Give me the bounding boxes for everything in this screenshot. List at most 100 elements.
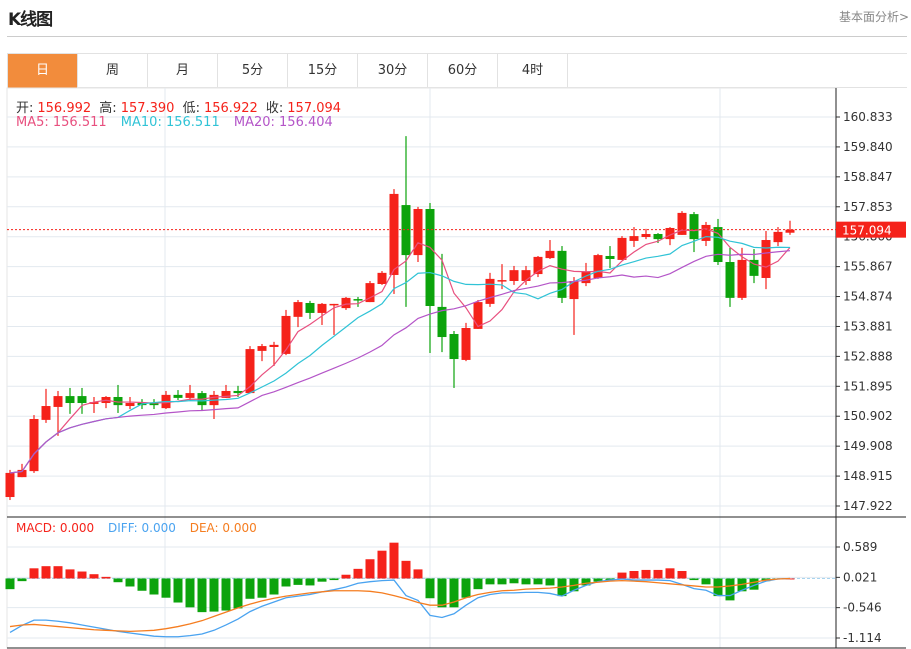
candle-body [77,396,87,404]
macd-legend: MACD: 0.000 DIFF: 0.000 DEA: 0.000 [16,521,261,535]
macd-bar [425,578,435,599]
macd-bar [461,578,471,598]
candle [545,240,555,259]
candle [89,396,99,413]
candle-body [401,205,411,256]
macd-bar [5,578,15,590]
macd-bar [173,578,183,603]
high-label: 高: [99,101,117,116]
macd-bar [29,568,39,579]
candle-body [689,214,699,240]
macd-bar [209,578,219,612]
macd-bar [389,542,399,579]
macd-bar [137,578,147,591]
candle [761,230,771,290]
price-tick-label: 147.922 [843,499,893,513]
candle-body [641,233,651,238]
candle-body [389,193,399,275]
candle [425,202,435,354]
macd-bar [413,569,423,579]
macd-bar [365,559,375,579]
candle [413,206,423,263]
candle-body [5,472,15,498]
macd-bar [233,578,243,609]
macd-bar [293,578,303,585]
macd-bar [149,578,159,595]
candle [113,384,123,413]
candle [281,309,291,356]
price-tick-label: 150.902 [843,409,893,423]
macd-value: MACD: 0.000 [16,521,95,535]
candle-body [785,229,795,233]
candle [161,390,171,410]
open-label: 开: [16,101,34,116]
candle [689,211,699,253]
candle-body [593,255,603,278]
candle [461,322,471,362]
macd-bar [257,578,267,598]
macd-bar [17,578,27,582]
candle [293,299,303,328]
macd-bar [377,550,387,579]
low-value: 156.922 [203,101,258,116]
candle [449,331,459,388]
macd-bar [725,578,735,601]
price-tick-label: 158.847 [843,170,893,184]
macd-tick-label: 0.021 [843,570,877,584]
price-tick-label: 148.915 [843,469,893,483]
candle [101,396,111,409]
macd-bar [701,578,711,585]
price-tick-label: 153.881 [843,319,893,333]
candle-body [341,297,351,309]
ma20-value: MA20: 156.404 [233,115,333,130]
price-tick-label: 155.867 [843,260,893,274]
macd-bar [125,578,135,587]
macd-bar [161,578,171,598]
candle-body [737,259,747,298]
candle-body [509,270,519,281]
candle [65,387,75,414]
candle-body [281,315,291,354]
macd-bar [245,578,255,599]
candle-body [257,346,267,351]
close-value: 157.094 [287,101,342,116]
macd-bar [641,569,651,579]
candle-body [617,237,627,260]
candle-body [125,403,135,407]
candle [329,303,339,335]
candle [257,343,267,362]
macd-bar [545,578,555,586]
macd-bar [617,572,627,579]
candle [401,136,411,307]
candle [617,236,627,260]
candle-body [305,302,315,313]
price-tick-label: 157.853 [843,200,893,214]
macd-bar [305,578,315,586]
candle-body [653,233,663,240]
macd-bar [629,570,639,579]
macd-bar [473,578,483,590]
candle [485,272,495,307]
candle-body [65,396,75,404]
candle [509,265,519,285]
candle [605,246,615,269]
candle [5,469,15,501]
macd-tick-label: -0.546 [843,601,882,615]
macd-bar [113,578,123,583]
macd-bar [41,566,51,579]
macd-bar [65,569,75,579]
macd-bar [497,578,507,585]
current-price-label: 157.094 [842,224,892,238]
candle-body [761,240,771,278]
candle [785,220,795,235]
candle-body [521,270,531,281]
candle [725,247,735,307]
candle [77,387,87,414]
macd-bar [269,578,279,595]
macd-bar [653,569,663,579]
price-tick-label: 152.888 [843,349,893,363]
candle [173,390,183,401]
close-label: 收: [265,101,284,116]
macd-tick-label: -1.114 [843,631,882,645]
candle-body [497,280,507,282]
